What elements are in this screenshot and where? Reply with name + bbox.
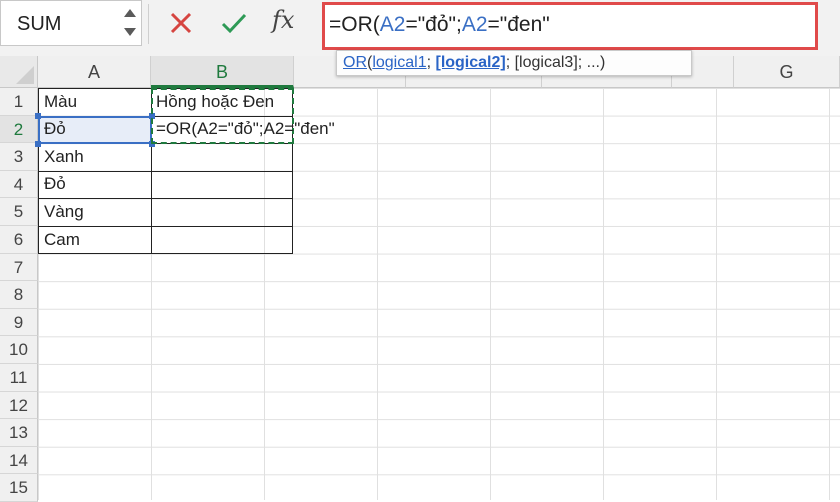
formula-text: =OR(A2="đỏ";A2="đen" bbox=[329, 13, 550, 36]
cell-b2[interactable]: =OR(A2="đỏ";A2="đen" bbox=[156, 119, 335, 139]
column-header-b[interactable]: B bbox=[151, 56, 294, 88]
spreadsheet-grid: A B G 1 2 3 4 5 6 7 8 9 10 11 12 13 14 1… bbox=[0, 56, 840, 502]
formula-bar: SUM fx =OR(A2="đỏ";A2="đen" bbox=[0, 0, 840, 57]
cell-a2[interactable]: Đỏ bbox=[44, 119, 66, 139]
row-header-3[interactable]: 3 bbox=[0, 143, 38, 171]
row-header-14[interactable]: 14 bbox=[0, 446, 38, 475]
row-header-9[interactable]: 9 bbox=[0, 308, 38, 337]
cell-a1[interactable]: Màu bbox=[44, 92, 77, 112]
row-header-15[interactable]: 15 bbox=[0, 474, 38, 502]
row-header-6[interactable]: 6 bbox=[0, 226, 38, 254]
tooltip-arg-logical1[interactable]: logical1 bbox=[372, 54, 426, 71]
cell-a3[interactable]: Xanh bbox=[44, 147, 84, 167]
chevron-down-icon[interactable] bbox=[124, 28, 136, 36]
cell-b1[interactable]: Hồng hoặc Đen bbox=[156, 92, 274, 112]
row-header-2[interactable]: 2 bbox=[0, 115, 38, 144]
row-header-1[interactable]: 1 bbox=[0, 88, 38, 116]
tooltip-arg-logical3: [logical3]; ...) bbox=[514, 54, 606, 71]
cell-a5[interactable]: Vàng bbox=[44, 202, 84, 222]
row-header-12[interactable]: 12 bbox=[0, 391, 38, 420]
cell-a4[interactable]: Đỏ bbox=[44, 174, 66, 194]
row-header-13[interactable]: 13 bbox=[0, 419, 38, 447]
checkmark-icon bbox=[221, 13, 247, 34]
row-header-8[interactable]: 8 bbox=[0, 281, 38, 309]
data-table-rule bbox=[38, 226, 293, 227]
cancel-button[interactable] bbox=[168, 10, 194, 36]
row-header-11[interactable]: 11 bbox=[0, 364, 38, 392]
cell-a6[interactable]: Cam bbox=[44, 230, 80, 250]
row-header-5[interactable]: 5 bbox=[0, 198, 38, 226]
data-table-rule bbox=[38, 170, 293, 172]
chevron-up-icon[interactable] bbox=[124, 9, 136, 17]
row-header-4[interactable]: 4 bbox=[0, 170, 38, 199]
data-table-rule bbox=[38, 198, 293, 200]
tooltip-function-link[interactable]: OR bbox=[343, 54, 367, 71]
enter-button[interactable] bbox=[220, 10, 248, 36]
divider bbox=[148, 4, 149, 44]
function-tooltip: OR(logical1; [logical2]; [logical3]; ...… bbox=[336, 50, 692, 76]
insert-function-button[interactable]: fx bbox=[272, 6, 294, 34]
row-header-10[interactable]: 10 bbox=[0, 336, 38, 364]
name-box[interactable]: SUM bbox=[0, 0, 142, 46]
reference-handle[interactable] bbox=[35, 141, 41, 147]
tooltip-arg-logical2[interactable]: [logical2] bbox=[435, 54, 505, 71]
reference-handle[interactable] bbox=[35, 113, 41, 119]
name-box-spinner[interactable] bbox=[123, 7, 137, 41]
formula-input[interactable]: =OR(A2="đỏ";A2="đen" bbox=[322, 2, 818, 50]
column-header-g[interactable]: G bbox=[734, 56, 840, 88]
cross-icon bbox=[170, 12, 192, 34]
name-box-value: SUM bbox=[17, 13, 62, 35]
column-header-a[interactable]: A bbox=[38, 56, 151, 88]
select-all-button[interactable] bbox=[0, 56, 38, 88]
row-header-7[interactable]: 7 bbox=[0, 253, 38, 282]
